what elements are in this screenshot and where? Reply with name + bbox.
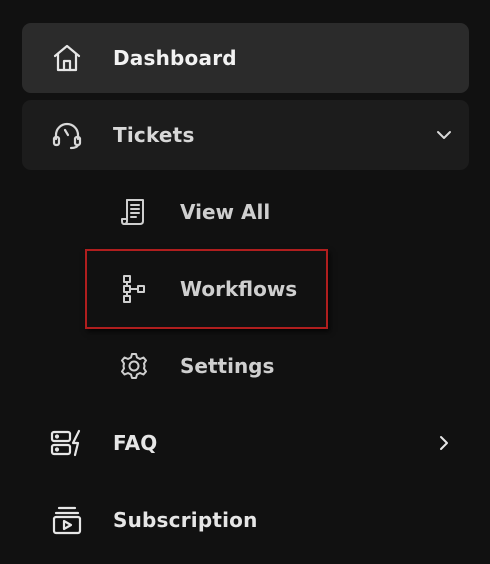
home-icon <box>50 41 84 75</box>
sidebar-item-label: Dashboard <box>113 46 237 70</box>
sidebar-nav: Dashboard Tickets View All Workflows Set… <box>0 0 490 564</box>
sidebar-item-faq[interactable]: FAQ <box>22 408 469 478</box>
receipt-icon <box>118 196 150 228</box>
headset-icon <box>50 118 84 152</box>
workflow-icon <box>118 273 150 305</box>
sidebar-item-label: FAQ <box>113 431 158 455</box>
chevron-down-icon[interactable] <box>433 124 455 146</box>
subscription-icon <box>50 503 84 537</box>
sidebar-item-label: Subscription <box>113 508 258 532</box>
sidebar-item-dashboard[interactable]: Dashboard <box>22 23 469 93</box>
faq-icon <box>50 426 84 460</box>
sidebar-subitem-view-all[interactable]: View All <box>85 177 335 247</box>
sidebar-subitem-label: Settings <box>180 354 275 378</box>
sidebar-item-subscription[interactable]: Subscription <box>22 485 469 555</box>
sidebar-subitem-label: View All <box>180 200 271 224</box>
gear-icon <box>118 350 150 382</box>
sidebar-subitem-workflows[interactable]: Workflows <box>85 249 328 329</box>
sidebar-item-tickets[interactable]: Tickets <box>22 100 469 170</box>
sidebar-item-label: Tickets <box>113 123 195 147</box>
sidebar-subitem-settings[interactable]: Settings <box>85 331 335 401</box>
sidebar-subitem-label: Workflows <box>180 277 298 301</box>
chevron-right-icon[interactable] <box>433 432 455 454</box>
